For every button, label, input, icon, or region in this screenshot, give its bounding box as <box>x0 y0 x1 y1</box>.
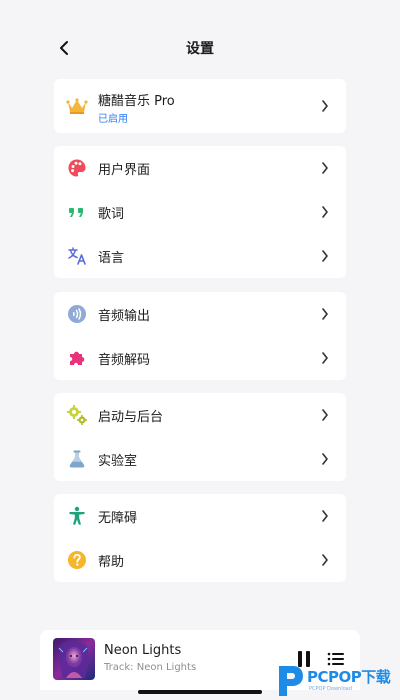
row-label: 音频解码 <box>98 352 151 368</box>
row-label: 实验室 <box>98 453 138 469</box>
watermark-logo-icon <box>279 666 303 696</box>
album-cover[interactable] <box>53 638 95 680</box>
translate-icon <box>66 245 88 267</box>
row-lyrics[interactable]: 歌词 <box>54 190 346 234</box>
header: 设置 <box>0 30 400 66</box>
row-label: 用户界面 <box>98 162 151 178</box>
row-audio-decoding[interactable]: 音频解码 <box>54 336 346 380</box>
row-label: 音频输出 <box>98 308 151 324</box>
page-title: 设置 <box>186 41 214 57</box>
row-user-interface[interactable]: 用户界面 <box>54 146 346 190</box>
audio-output-icon <box>66 303 88 325</box>
chevron-right-icon <box>320 509 330 523</box>
chevron-right-icon <box>320 351 330 365</box>
row-label: 语言 <box>98 250 125 266</box>
row-label: 歌词 <box>98 206 125 222</box>
track-subtitle: Track: Neon Lights <box>104 662 197 673</box>
settings-group-audio: 音频输出 音频解码 <box>54 292 346 380</box>
quote-icon <box>66 201 88 223</box>
pro-status: 已启用 <box>98 114 128 125</box>
row-labs[interactable]: 实验室 <box>54 437 346 481</box>
row-label: 无障碍 <box>98 510 138 526</box>
gears-icon <box>66 404 88 426</box>
row-startup-background[interactable]: 启动与后台 <box>54 393 346 437</box>
row-label: 帮助 <box>98 554 125 570</box>
settings-group-appearance: 用户界面 歌词 语言 <box>54 146 346 278</box>
row-accessibility[interactable]: 无障碍 <box>54 494 346 538</box>
home-indicator[interactable] <box>138 690 262 694</box>
palette-icon <box>66 157 88 179</box>
track-title: Neon Lights <box>104 643 182 658</box>
chevron-right-icon <box>320 452 330 466</box>
chevron-right-icon <box>320 249 330 263</box>
help-icon <box>66 549 88 571</box>
chevron-right-icon <box>320 307 330 321</box>
watermark: PCPOP下载 PCPOP Download <box>275 662 400 700</box>
row-help[interactable]: 帮助 <box>54 538 346 582</box>
puzzle-icon <box>66 347 88 369</box>
watermark-text: PCPOP下载 <box>307 668 391 686</box>
watermark-subtext: PCPOP Download <box>309 686 352 692</box>
pro-title: 糖醋音乐 Pro <box>98 94 175 109</box>
chevron-right-icon <box>320 553 330 567</box>
row-audio-output[interactable]: 音频输出 <box>54 292 346 336</box>
settings-group-system: 启动与后台 实验室 <box>54 393 346 481</box>
crown-icon <box>66 95 88 117</box>
accessibility-icon <box>66 505 88 527</box>
pro-row[interactable]: 糖醋音乐 Pro 已启用 <box>54 79 346 133</box>
settings-group-support: 无障碍 帮助 <box>54 494 346 582</box>
chevron-right-icon <box>320 205 330 219</box>
row-language[interactable]: 语言 <box>54 234 346 278</box>
pro-card: 糖醋音乐 Pro 已启用 <box>54 79 346 133</box>
chevron-right-icon <box>320 161 330 175</box>
chevron-right-icon <box>320 408 330 422</box>
row-label: 启动与后台 <box>98 409 164 425</box>
flask-icon <box>66 448 88 470</box>
chevron-right-icon <box>320 99 330 113</box>
